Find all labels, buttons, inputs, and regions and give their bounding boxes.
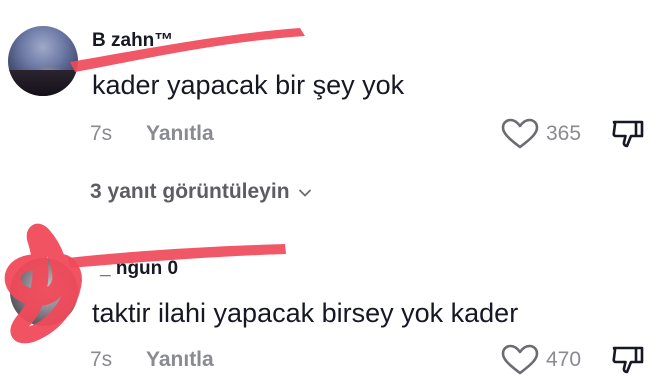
view-replies-label: 3 yanıt görüntüleyin [90,180,290,203]
thumbs-down-icon[interactable] [610,342,646,378]
like-count: 470 [546,348,582,371]
avatar[interactable] [8,26,78,96]
chevron-down-icon [298,189,311,197]
thumbs-down-icon[interactable] [610,116,646,152]
comment-username[interactable]: B zahn™ [92,30,173,52]
comment-timestamp: 7s [90,122,113,145]
avatar-image-detail [8,70,78,96]
heart-outline-icon[interactable] [500,344,540,376]
reply-button[interactable]: Yanıtla [146,348,214,372]
view-replies-button[interactable]: 3 yanıt görüntüleyin [90,180,312,204]
comment-text: kader yapacak bir şey yok [92,70,405,100]
reply-button[interactable]: Yanıtla [146,122,214,146]
avatar[interactable] [10,258,78,326]
comment-timestamp: 7s [90,348,113,371]
heart-outline-icon[interactable] [500,118,540,150]
comment-text: taktir ilahi yapacak birsey yok kader [92,298,519,328]
comment-username[interactable]: _ ngun 0 [100,258,178,280]
like-count: 365 [546,122,582,145]
